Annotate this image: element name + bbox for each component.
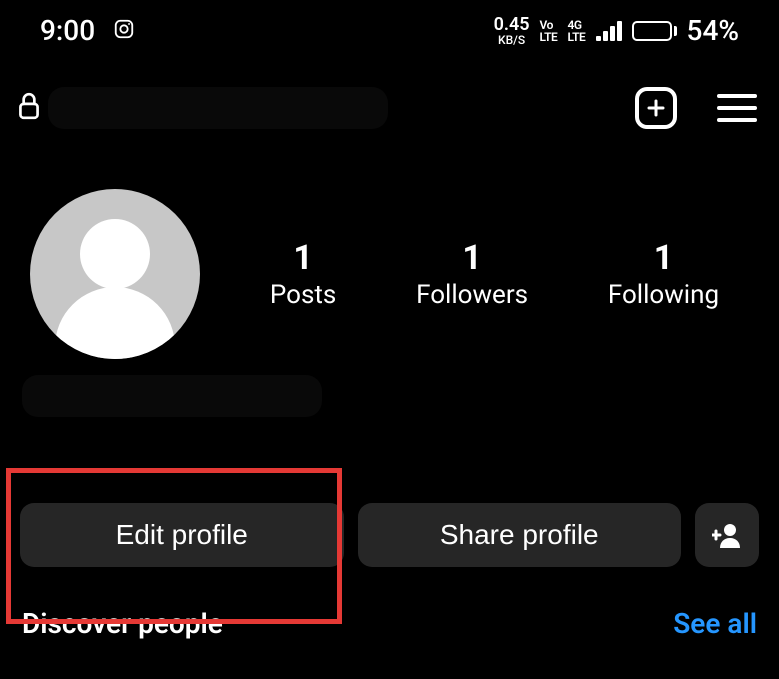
- status-right: 0.45 KB/S Vo LTE 4G LTE 54%: [494, 14, 739, 47]
- following-count: 1: [608, 238, 719, 278]
- action-row: Edit profile Share profile: [0, 491, 779, 579]
- posts-count: 1: [270, 238, 336, 278]
- lock-icon: [16, 91, 42, 125]
- data-rate-indicator: 0.45 KB/S: [494, 16, 530, 46]
- posts-stat[interactable]: 1 Posts: [270, 238, 336, 310]
- network-indicator: 4G LTE: [568, 19, 586, 43]
- followers-stat[interactable]: 1 Followers: [416, 238, 528, 310]
- profile-header: [0, 57, 779, 139]
- stats-container: 1 Posts 1 Followers 1 Following: [230, 238, 759, 310]
- add-friend-button[interactable]: [695, 503, 759, 567]
- status-bar: 9:00 0.45 KB/S Vo LTE 4G LTE 54%: [0, 0, 779, 57]
- discover-row: Discover people See all: [0, 579, 779, 640]
- username-dropdown[interactable]: [48, 87, 388, 129]
- following-label: Following: [608, 280, 719, 310]
- header-right: [635, 87, 757, 129]
- discover-people-title: Discover people: [22, 607, 223, 640]
- display-name-area: [0, 359, 779, 417]
- volte-indicator: Vo LTE: [540, 19, 558, 43]
- create-post-button[interactable]: [635, 87, 677, 129]
- header-left: [16, 87, 388, 129]
- edit-profile-button[interactable]: Edit profile: [20, 503, 344, 567]
- instagram-notification-icon: [113, 14, 135, 47]
- profile-stats-row: 1 Posts 1 Followers 1 Following: [0, 139, 779, 359]
- status-left: 9:00: [40, 14, 135, 47]
- followers-label: Followers: [416, 280, 528, 310]
- following-stat[interactable]: 1 Following: [608, 238, 719, 310]
- data-rate-unit: KB/S: [498, 34, 525, 46]
- share-profile-button[interactable]: Share profile: [358, 503, 682, 567]
- posts-label: Posts: [270, 280, 336, 310]
- avatar[interactable]: [30, 189, 200, 359]
- battery-percentage: 54%: [687, 14, 739, 47]
- clock: 9:00: [40, 14, 95, 47]
- data-rate-value: 0.45: [494, 16, 530, 34]
- signal-icon: [596, 21, 622, 41]
- battery-icon: [632, 21, 677, 41]
- menu-button[interactable]: [717, 94, 757, 122]
- display-name: [22, 375, 322, 417]
- see-all-link[interactable]: See all: [673, 607, 757, 640]
- followers-count: 1: [416, 238, 528, 278]
